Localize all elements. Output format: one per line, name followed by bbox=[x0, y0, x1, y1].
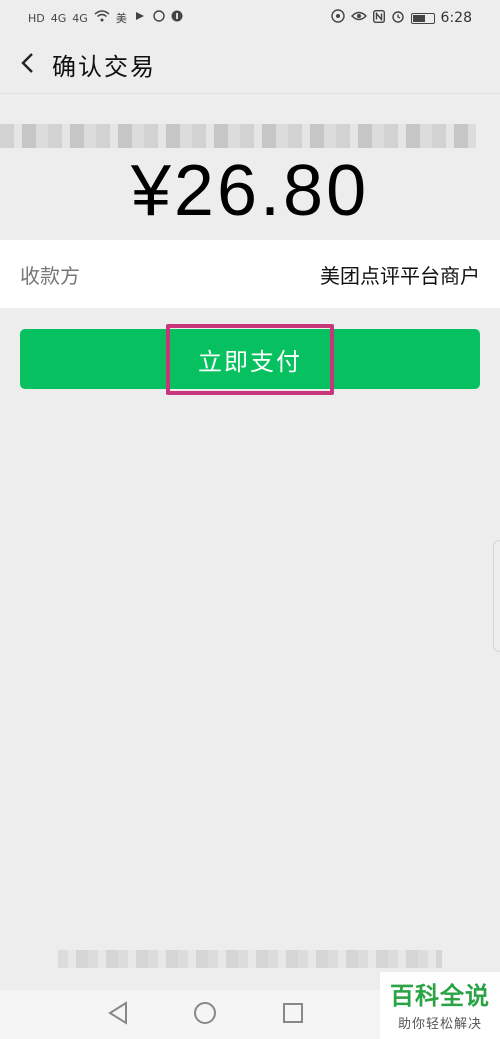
meituan-notification-icon: 美 bbox=[115, 12, 127, 25]
eye-icon bbox=[350, 10, 367, 26]
home-nav-button[interactable] bbox=[192, 1002, 218, 1028]
blurred-merchant-text bbox=[0, 124, 476, 148]
battery-icon bbox=[410, 12, 435, 24]
wifi-icon bbox=[94, 10, 110, 26]
watermark: 百科全说 助你轻松解决 bbox=[380, 972, 500, 1039]
circle-icon bbox=[153, 10, 165, 26]
pay-now-label: 立即支付 bbox=[166, 323, 334, 395]
hd-indicator: HD bbox=[28, 11, 45, 25]
time-label: 6:28 bbox=[440, 10, 472, 26]
recents-nav-button[interactable] bbox=[280, 1002, 306, 1028]
nav-bar: 确认交易 bbox=[0, 36, 500, 94]
page-title: 确认交易 bbox=[52, 53, 156, 81]
pay-now-button[interactable]: 立即支付 bbox=[20, 323, 480, 395]
payee-row: 收款方 美团点评平台商户 bbox=[0, 240, 500, 308]
watermark-title: 百科全说 bbox=[390, 982, 490, 1010]
signal-4g-icon-2: 4G bbox=[72, 11, 88, 25]
alarm-icon bbox=[391, 9, 405, 27]
signal-4g-icon: 4G bbox=[50, 11, 67, 25]
square-recents-icon bbox=[282, 1002, 304, 1028]
chevron-left-icon bbox=[20, 52, 34, 78]
eye-comfort-icon bbox=[330, 9, 345, 27]
back-button[interactable] bbox=[14, 50, 40, 80]
edge-scroll-handle[interactable] bbox=[493, 540, 500, 652]
blurred-footer-text bbox=[58, 950, 442, 968]
audio-app-icon bbox=[171, 10, 183, 26]
watermark-subtitle: 助你轻松解决 bbox=[397, 1017, 482, 1032]
circle-home-icon bbox=[193, 1001, 217, 1029]
payee-value: 美团点评平台商户 bbox=[320, 263, 480, 288]
nfc-icon bbox=[372, 9, 385, 27]
payee-label: 收款方 bbox=[20, 263, 80, 288]
payment-amount: ¥26.80 bbox=[130, 151, 370, 231]
status-bar: HD 4G 4G 美 6:28 bbox=[0, 0, 500, 36]
triangle-back-icon bbox=[107, 1001, 129, 1029]
back-nav-button[interactable] bbox=[105, 1001, 131, 1029]
video-app-icon bbox=[133, 10, 147, 26]
